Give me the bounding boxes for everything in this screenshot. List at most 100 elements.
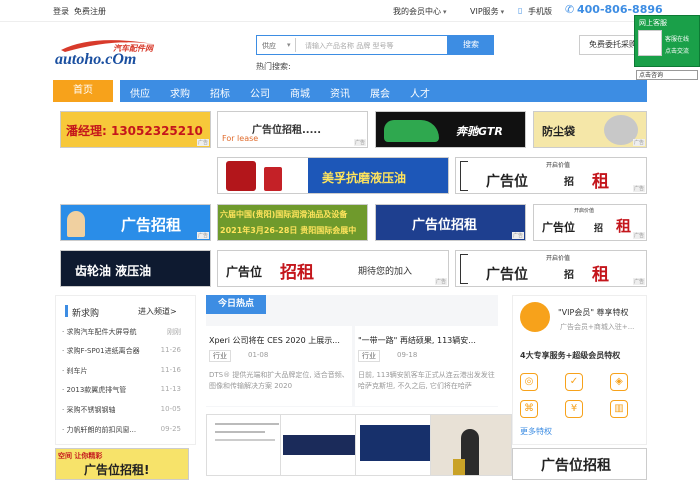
main-nav: 供应 求购 招标 公司 商城 资讯 展会 人才 bbox=[120, 80, 647, 102]
ad-text: 招 bbox=[564, 270, 574, 281]
ad-banner[interactable]: 美孚抗磨液压油 bbox=[217, 157, 449, 194]
money-icon[interactable]: ¥ bbox=[565, 400, 583, 418]
ad-text: 防尘袋 bbox=[542, 125, 575, 138]
news-card[interactable]: "一带一路" 再结硕果, 113辆安... 行业 09-18 日前, 113辆安… bbox=[355, 326, 501, 406]
news-thumbnail[interactable] bbox=[430, 414, 512, 476]
ad-banner[interactable]: 广告位 招租 期待您的加入 广告 bbox=[217, 250, 449, 287]
consult-button[interactable]: 点击咨询 bbox=[636, 70, 698, 80]
list-item[interactable]: · 力帆轩朗的前扣风窗... 09-25 bbox=[62, 425, 181, 435]
ad-banner[interactable]: 广告位招租 bbox=[512, 448, 647, 480]
ad-banner[interactable]: 广告位招租..... For lease 广告 bbox=[217, 111, 368, 148]
online-service-widget[interactable]: 网上客服 客服在线 点击交流 bbox=[634, 15, 700, 67]
member-center-menu[interactable]: 我的会员中心 bbox=[393, 6, 447, 17]
ad-banner[interactable]: 开启价值 广告位 招 租 广告 bbox=[455, 157, 647, 194]
ad-text: 广告位 bbox=[542, 221, 575, 234]
service-icon[interactable]: ◎ bbox=[520, 373, 538, 391]
ad-banner[interactable]: 六届中国(贵阳)国际润滑油品及设备 2021年3月26-28日 贵阳国际会展中 bbox=[217, 204, 368, 241]
ad-text: 招租 bbox=[280, 263, 314, 283]
tab-today-hot[interactable]: 今日热点 bbox=[206, 295, 266, 314]
nav-item[interactable]: 公司 bbox=[250, 85, 270, 100]
ad-banner[interactable]: 广告位招租 广告 bbox=[375, 204, 526, 241]
ad-tag: 广告 bbox=[434, 278, 447, 285]
oil-can-image bbox=[264, 167, 282, 191]
doc-line bbox=[215, 439, 275, 441]
list-item[interactable]: · 求购F-SP01进纸离合器 11-26 bbox=[62, 346, 181, 356]
ad-text: 招 bbox=[594, 224, 604, 234]
ad-text: 六届中国(贵阳)国际润滑油品及设备 bbox=[220, 210, 348, 219]
list-item[interactable]: · 刹车片 11-16 bbox=[62, 366, 181, 376]
nav-item[interactable]: 求购 bbox=[170, 85, 190, 100]
ad-banner[interactable]: 防尘袋 广告 bbox=[533, 111, 647, 148]
speaker-icon[interactable]: ◈ bbox=[610, 373, 628, 391]
ad-text: 广告位 bbox=[226, 265, 263, 279]
nav-item[interactable]: 商城 bbox=[290, 85, 310, 100]
list-item[interactable]: · 求购汽车配件大屏导航 刚刚 bbox=[62, 327, 181, 337]
doc-line bbox=[215, 423, 279, 425]
nav-item[interactable]: 展会 bbox=[370, 85, 390, 100]
hot-search-label: 热门搜索: bbox=[256, 62, 291, 71]
chevron-down-icon: ▾ bbox=[287, 41, 291, 49]
demand-more-link[interactable]: 进入频道> bbox=[138, 306, 177, 317]
vip-heading: 4大专享服务+超级会员特权 bbox=[520, 351, 621, 360]
ad-text: 广告位招租 bbox=[412, 218, 478, 233]
nav-item[interactable]: 招标 bbox=[210, 85, 230, 100]
vip-title: "VIP会员" 尊享特权 bbox=[558, 308, 629, 317]
more-privileges-link[interactable]: 更多特权 bbox=[520, 426, 552, 437]
ad-subtext: 开启价值 bbox=[574, 208, 595, 214]
nav-home[interactable]: 首页 bbox=[53, 80, 113, 102]
share-icon[interactable]: ⌘ bbox=[520, 400, 538, 418]
ad-banner[interactable]: 齿轮油 液压油 bbox=[60, 250, 211, 287]
vip-subtitle: 广告会员+商城入驻+... bbox=[560, 323, 635, 331]
podium-image bbox=[453, 459, 465, 475]
ad-banner[interactable]: 开启价值 广告位 招 租 广告 bbox=[533, 204, 647, 241]
search-input[interactable]: 请输入产品名称 品牌 型号等 bbox=[305, 41, 393, 51]
phone-icon: ▯ bbox=[518, 6, 523, 15]
list-item[interactable]: · 2013款翼虎排气管 11-13 bbox=[62, 385, 181, 395]
demand-title: 新求购 bbox=[72, 309, 100, 319]
login-link[interactable]: 登录 bbox=[53, 6, 69, 17]
ad-text: 广告位招租..... bbox=[252, 125, 321, 136]
ad-text: 潘经理: 13052325210 bbox=[66, 124, 203, 138]
service-title: 网上客服 bbox=[639, 19, 667, 27]
oil-barrel-image bbox=[226, 161, 256, 191]
nav-item[interactable]: 资讯 bbox=[330, 85, 350, 100]
list-item[interactable]: · 采购不锈钢钢轴 10-05 bbox=[62, 405, 181, 415]
thumb-up-icon[interactable]: ✓ bbox=[565, 373, 583, 391]
ad-banner[interactable]: 空间 让你精彩 广告位招租! bbox=[55, 448, 189, 480]
news-thumbnail[interactable] bbox=[280, 414, 362, 476]
ad-text: 2021年3月26-28日 贵阳国际会展中 bbox=[220, 226, 357, 235]
register-link[interactable]: 免费注册 bbox=[74, 6, 106, 17]
news-card[interactable]: Xperi 公司将在 CES 2020 上展示... 行业 01-08 DTS®… bbox=[206, 326, 352, 406]
bracket-left bbox=[460, 254, 468, 284]
ad-banner[interactable]: 广告招租 广告 bbox=[60, 204, 211, 241]
top-bar: 登录 免费注册 我的会员中心 VIP服务 ▯ 手机版 ✆ 400-806-889… bbox=[0, 0, 700, 22]
ad-text: 广告位招租! bbox=[84, 463, 150, 477]
news-title: Xperi 公司将在 CES 2020 上展示... bbox=[209, 336, 340, 345]
search-category-select[interactable]: 供应 bbox=[262, 41, 276, 51]
logo-text: autoho.cOm bbox=[55, 51, 137, 68]
ad-banner[interactable]: 开启价值 广告位 招 租 广告 bbox=[455, 250, 647, 287]
ad-banner[interactable]: 奔驰GTR bbox=[375, 111, 526, 148]
ad-banner[interactable]: 潘经理: 13052325210 广告 bbox=[60, 111, 211, 148]
ad-tag: 广告 bbox=[632, 185, 645, 192]
news-summary: 日前, 113辆安凯客车正式从连云港出发发往哈萨克斯坦, 不久之后, 它们将在哈… bbox=[358, 371, 495, 390]
chart-icon[interactable]: ▥ bbox=[610, 400, 628, 418]
ad-tag: 广告 bbox=[196, 232, 209, 239]
ad-subtext: 开启价值 bbox=[546, 255, 571, 262]
screen-image bbox=[283, 435, 359, 455]
ad-text: 奔驰GTR bbox=[456, 125, 503, 138]
agent-avatar bbox=[638, 30, 662, 56]
vip-service-menu[interactable]: VIP服务 bbox=[470, 6, 504, 17]
search-button[interactable]: 搜索 bbox=[448, 35, 494, 55]
service-status: 客服在线 bbox=[665, 36, 690, 43]
news-thumbnail[interactable] bbox=[355, 414, 437, 476]
ad-text: 租 bbox=[616, 217, 632, 235]
mobile-link[interactable]: 手机版 bbox=[528, 6, 552, 17]
ad-tag: 广告 bbox=[632, 278, 645, 285]
news-thumbnail[interactable] bbox=[206, 414, 288, 476]
nav-item[interactable]: 人才 bbox=[410, 85, 430, 100]
bracket-left bbox=[460, 161, 468, 191]
news-summary: DTS® 提供光端和扩大品牌定位, 适合音频、图像和传输解决方案 2020 bbox=[209, 371, 349, 390]
nav-item[interactable]: 供应 bbox=[130, 85, 150, 100]
site-logo[interactable]: 汽车配件网 autoho.cOm bbox=[53, 36, 163, 70]
